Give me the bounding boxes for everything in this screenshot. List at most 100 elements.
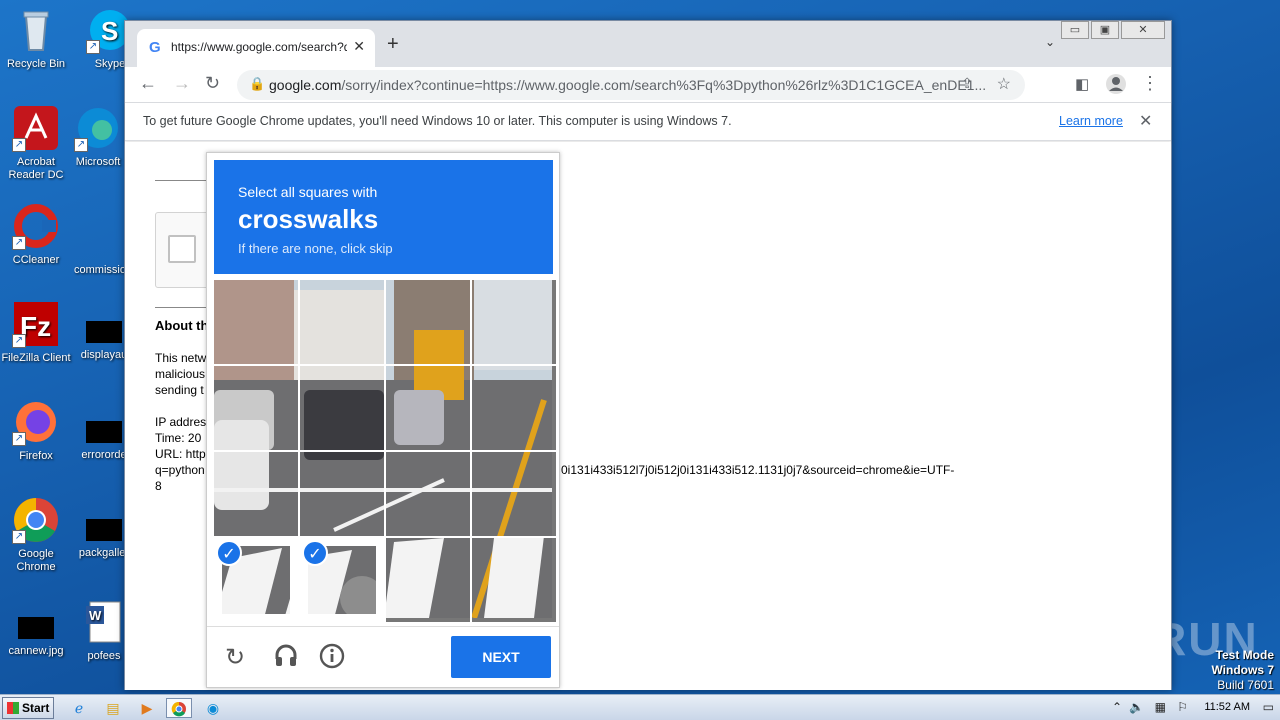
challenge-hint: If there are none, click skip (238, 241, 393, 256)
new-tab-button[interactable]: + (387, 33, 399, 56)
captcha-tile[interactable]: ✓ (300, 538, 384, 622)
captcha-tile[interactable] (386, 366, 470, 450)
close-window-button[interactable]: ✕ (1121, 21, 1165, 39)
captcha-tile[interactable] (214, 366, 298, 450)
desktop-icon-label: pofees (87, 650, 121, 662)
url-path: /sorry/index?continue=https://www.google… (341, 77, 987, 93)
firefox-logo-icon: ↗ (12, 398, 60, 446)
bookmark-star-icon[interactable]: ☆ (997, 74, 1011, 94)
captcha-tile[interactable] (472, 366, 556, 450)
tile-image (300, 280, 384, 364)
show-desktop-icon[interactable]: ▭ (1263, 700, 1274, 714)
captcha-tile[interactable] (386, 452, 470, 536)
captcha-tile[interactable] (300, 366, 384, 450)
ccleaner-icon[interactable]: ↗ CCleaner (0, 202, 72, 267)
media-player-icon[interactable]: ▶ (134, 698, 160, 718)
update-infobar: To get future Google Chrome updates, you… (125, 103, 1171, 141)
clock[interactable]: 11:52 AM (1204, 701, 1250, 713)
tile-image (472, 538, 552, 622)
url-text[interactable]: google.com/sorry/index?continue=https://… (269, 77, 999, 93)
recaptcha-challenge: Select all squares with crosswalks If th… (206, 152, 560, 688)
tile-image (386, 538, 470, 622)
tile-image (386, 280, 470, 364)
maximize-button[interactable]: ▣ (1091, 21, 1119, 39)
cannew-file-icon[interactable]: cannew.jpg (0, 604, 72, 658)
captcha-tile[interactable] (300, 452, 384, 536)
file-thumbnail (86, 321, 122, 343)
network-icon[interactable]: ▦ (1155, 700, 1166, 714)
taskbar: Start ℯ ▤ ▶ ◉ ⌃ 🔈 ▦ ⚐ 11:52 AM ▭ (0, 694, 1280, 720)
tab-search-chevron-icon[interactable]: ⌄ (1045, 35, 1055, 49)
time-line: Time: 20 (155, 431, 202, 445)
challenge-footer: ↻ NEXT (207, 626, 559, 688)
start-button[interactable]: Start (2, 697, 54, 719)
checkmark-icon: ✓ (302, 540, 328, 566)
google-chrome-icon[interactable]: ↗ Google Chrome (0, 496, 72, 574)
challenge-instruction: Select all squares with (238, 184, 378, 200)
desktop-icon-label: cannew.jpg (8, 645, 64, 657)
share-icon[interactable]: ⇪ (961, 75, 973, 92)
captcha-tile[interactable] (214, 452, 298, 536)
start-label: Start (22, 701, 50, 715)
show-hidden-icons-icon[interactable]: ⌃ (1112, 700, 1122, 714)
action-center-flag-icon[interactable]: ⚐ (1177, 700, 1188, 714)
file-explorer-icon[interactable]: ▤ (100, 698, 126, 718)
window-controls: ▭ ▣ ✕ (1059, 21, 1165, 39)
volume-icon[interactable]: 🔈 (1129, 700, 1144, 714)
audio-challenge-icon[interactable] (273, 643, 299, 676)
tile-image (300, 366, 384, 450)
windows-version-line: Windows 7 (1211, 663, 1274, 677)
close-infobar-icon[interactable]: ✕ (1139, 111, 1152, 131)
captcha-tile[interactable] (472, 452, 556, 536)
address-bar[interactable]: 🔒 google.com/sorry/index?continue=https:… (237, 70, 1025, 100)
edge-taskbar-icon[interactable]: ◉ (200, 698, 226, 718)
captcha-tile[interactable] (386, 280, 470, 364)
svg-text:W: W (89, 608, 102, 623)
profile-avatar-icon[interactable] (1105, 73, 1127, 100)
reload-icon[interactable]: ↻ (205, 73, 220, 94)
back-arrow-icon[interactable]: ← (139, 73, 157, 94)
kebab-menu-icon[interactable]: ⋮ (1141, 73, 1159, 94)
side-panel-icon[interactable]: ◧ (1075, 75, 1089, 93)
close-tab-icon[interactable]: ✕ (353, 38, 365, 55)
filezilla-icon[interactable]: Fz ↗ FileZilla Client (0, 300, 72, 365)
captcha-tile[interactable] (472, 538, 556, 622)
captcha-tile[interactable] (386, 538, 470, 622)
title-bar: G https://www.google.com/search?q= ✕ + ⌄… (125, 21, 1171, 67)
browser-tab[interactable]: G https://www.google.com/search?q= ✕ (137, 29, 375, 67)
lock-icon[interactable]: 🔒 (249, 76, 265, 92)
tile-image (214, 452, 298, 536)
recaptcha-checkbox[interactable] (168, 235, 196, 263)
info-icon[interactable] (319, 643, 345, 676)
firefox-icon[interactable]: ↗ Firefox (0, 398, 72, 463)
about-heading: About th (155, 318, 209, 333)
chrome-taskbar-icon[interactable] (166, 698, 192, 718)
para-line: This netw (155, 351, 207, 365)
captcha-tile[interactable] (300, 280, 384, 364)
test-mode-line: Test Mode (1215, 648, 1274, 662)
shortcut-arrow-icon: ↗ (12, 138, 26, 152)
word-document-icon: W (80, 598, 128, 646)
desktop-icon-label: FileZilla Client (1, 352, 71, 364)
url-line: URL: http (155, 447, 206, 461)
forward-arrow-icon[interactable]: → (173, 73, 191, 94)
query-line-last: 8 (155, 479, 162, 493)
internet-explorer-icon[interactable]: ℯ (66, 698, 92, 718)
filezilla-logo-icon: Fz ↗ (12, 300, 60, 348)
shortcut-arrow-icon: ↗ (74, 138, 88, 152)
captcha-tile[interactable] (472, 280, 556, 364)
captcha-tile[interactable] (214, 280, 298, 364)
ccleaner-logo-icon: ↗ (12, 202, 60, 250)
learn-more-link[interactable]: Learn more (1059, 114, 1123, 128)
next-button[interactable]: NEXT (451, 636, 551, 678)
test-mode-label: Test Mode Windows 7 Build 7601 (1211, 648, 1274, 693)
challenge-header: Select all squares with crosswalks If th… (214, 160, 553, 274)
reload-challenge-icon[interactable]: ↻ (225, 643, 245, 672)
captcha-tile[interactable]: ✓ (214, 538, 298, 622)
checkmark-icon: ✓ (216, 540, 242, 566)
recycle-bin-icon[interactable]: Recycle Bin (0, 6, 72, 71)
tile-image (386, 366, 470, 450)
desktop-icon-label: Google Chrome (16, 548, 56, 573)
build-line: Build 7601 (1217, 678, 1274, 692)
minimize-button[interactable]: ▭ (1061, 21, 1089, 39)
